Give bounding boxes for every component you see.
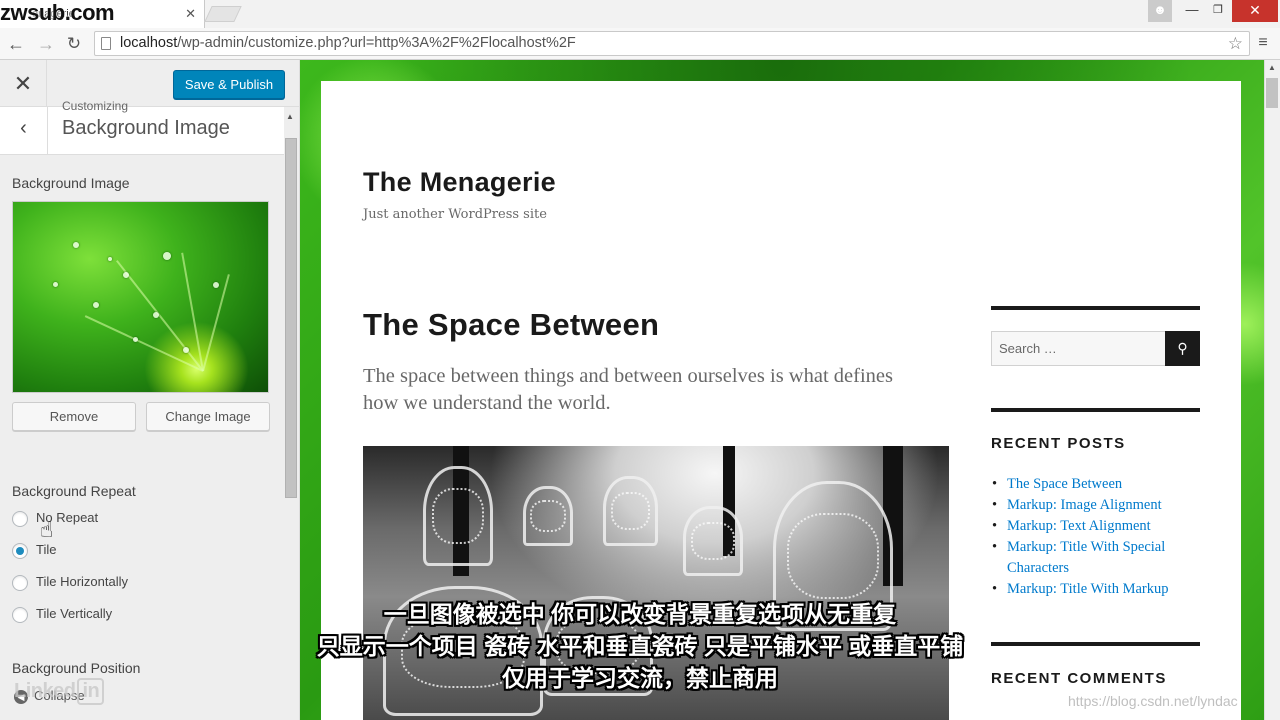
url-host: localhost [120, 35, 178, 51]
search-input[interactable]: Search … [991, 331, 1166, 366]
linkedin-in-logo: in [77, 678, 105, 705]
save-publish-button[interactable]: Save & Publish [173, 70, 285, 99]
background-repeat-label: Background Repeat [12, 483, 136, 499]
back-arrow-icon[interactable]: ← [4, 32, 28, 56]
new-tab-button[interactable] [204, 6, 242, 22]
radio-button[interactable] [12, 607, 28, 623]
csdn-watermark: https://blog.csdn.net/lyndac [1068, 693, 1238, 709]
recent-posts-title: RECENT POSTS [991, 435, 1126, 452]
remove-image-button[interactable]: Remove [12, 402, 136, 431]
recent-posts-list: The Space Between Markup: Image Alignmen… [991, 474, 1200, 600]
user-icon[interactable]: ☻ [1148, 0, 1172, 22]
recent-post-link[interactable]: Markup: Image Alignment [991, 495, 1200, 516]
radio-button-checked[interactable] [12, 543, 28, 559]
post-excerpt: The space between things and between our… [363, 365, 893, 414]
url-path: /wp-admin/customize.php?url=http%3A%2F%2… [177, 35, 576, 51]
widget-divider [991, 408, 1200, 412]
address-bar[interactable]: localhost/wp-admin/customize.php?url=htt… [94, 31, 1250, 56]
site-description: Just another WordPress site [363, 207, 547, 222]
recent-post-link[interactable]: Markup: Text Alignment [991, 516, 1200, 537]
url-text: localhost/wp-admin/customize.php?url=htt… [120, 32, 576, 55]
subtitle-line: 仅用于学习交流，禁止商用 [502, 665, 778, 691]
linkedin-text: Linked [14, 680, 76, 702]
radio-button[interactable] [12, 575, 28, 591]
window-close-icon[interactable]: ✕ [1232, 0, 1278, 22]
restore-icon[interactable]: ❐ [1204, 0, 1232, 22]
background-position-label: Background Position [12, 660, 141, 676]
recent-post-link[interactable]: The Space Between [991, 474, 1200, 495]
radio-label: Tile [36, 542, 57, 557]
video-subtitles: 一旦图像被选中 你可以改变背景重复选项从无重复 只显示一个项目 瓷砖 水平和垂直… [280, 598, 1000, 694]
browser-toolbar: ← → ↻ localhost/wp-admin/customize.php?u… [0, 28, 1280, 60]
screen: enagerie ✕ ☻ — ❐ ✕ zwsub.com ← → ↻ local… [0, 0, 1280, 720]
radio-button[interactable] [12, 511, 28, 527]
recent-comments-title: RECENT COMMENTS [991, 670, 1167, 687]
chrome-menu-icon[interactable]: ≡ [1256, 35, 1270, 51]
breadcrumb: Customizing [62, 99, 129, 113]
post-title[interactable]: The Space Between [363, 307, 659, 343]
change-image-button[interactable]: Change Image [146, 402, 270, 431]
sidebar-scrollbar[interactable] [285, 138, 297, 498]
minimize-icon[interactable]: — [1178, 0, 1206, 22]
section-title: Background Image [62, 117, 230, 139]
tab-strip: enagerie ✕ ☻ — ❐ ✕ zwsub.com [0, 0, 1280, 28]
bookmark-star-icon[interactable]: ☆ [1228, 32, 1243, 55]
preview-scrollbar[interactable] [1266, 78, 1278, 108]
close-customizer-icon[interactable]: ✕ [0, 60, 47, 107]
widget-divider [991, 642, 1200, 646]
page-icon [101, 37, 111, 50]
scroll-up-icon[interactable]: ▲ [286, 112, 294, 121]
section-header: ‹ Customizing Background Image [0, 99, 284, 155]
widget-divider [991, 306, 1200, 310]
background-image-preview [12, 201, 269, 393]
tab-close-icon[interactable]: ✕ [185, 0, 196, 28]
subtitle-line: 只显示一个项目 瓷砖 水平和垂直瓷砖 只是平铺水平 或垂直平铺 [316, 633, 964, 659]
mouse-cursor-icon: ☝ [40, 517, 54, 542]
linkedin-watermark: Linked in [14, 678, 105, 705]
preview-scroll-up-icon[interactable]: ▲ [1268, 63, 1276, 72]
forward-arrow-icon[interactable]: → [34, 32, 58, 56]
customizer-sidebar: ✕ Save & Publish ‹ Customizing Backgroun… [0, 60, 300, 720]
site-title[interactable]: The Menagerie [363, 167, 556, 198]
back-chevron-icon[interactable]: ‹ [0, 107, 48, 154]
recent-post-link[interactable]: Markup: Title With Special Characters [991, 537, 1200, 579]
radio-label: Tile Vertically [36, 606, 113, 621]
subtitle-line: 一旦图像被选中 你可以改变背景重复选项从无重复 [383, 601, 897, 627]
recent-post-link[interactable]: Markup: Title With Markup [991, 579, 1200, 600]
background-image-label: Background Image [12, 175, 130, 191]
search-icon[interactable]: ⚲ [1165, 331, 1200, 366]
zwsub-watermark: zwsub.com [0, 0, 115, 25]
preview-scroll-track[interactable] [1264, 60, 1280, 720]
customizer-header: ✕ Save & Publish [0, 60, 299, 107]
radio-label: Tile Horizontally [36, 574, 128, 589]
reload-icon[interactable]: ↻ [62, 32, 86, 56]
